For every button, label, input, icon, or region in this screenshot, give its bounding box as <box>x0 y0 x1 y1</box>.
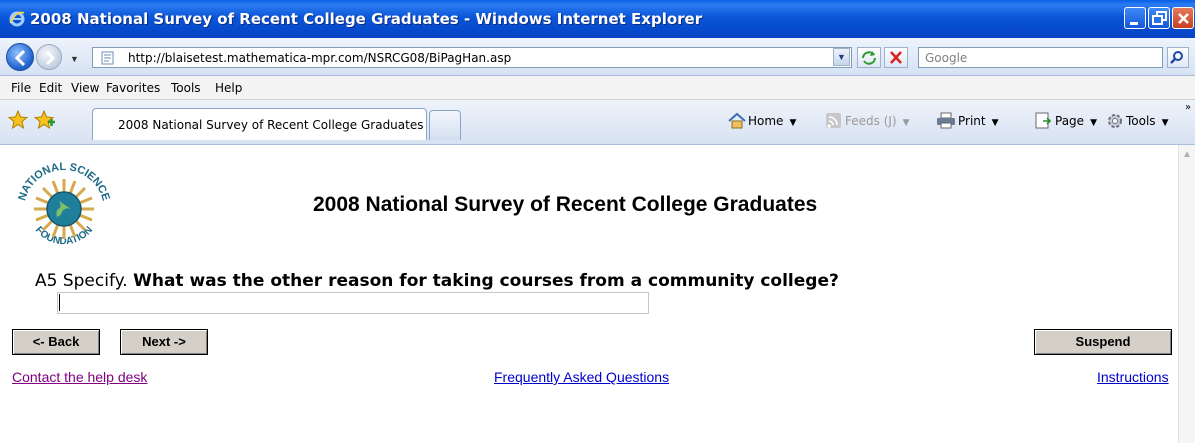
search-placeholder: Google <box>925 51 968 65</box>
next-button[interactable]: Next -> <box>120 329 208 355</box>
feeds-label: Feeds (J) <box>845 114 897 128</box>
page-icon <box>101 51 114 65</box>
window-titlebar: 2008 National Survey of Recent College G… <box>0 0 1195 38</box>
tab-bar: 2008 National Survey of Recent College G… <box>0 100 1195 145</box>
help-desk-link[interactable]: Contact the help desk <box>12 369 147 385</box>
print-button[interactable]: Print ▼ <box>958 114 999 128</box>
menu-favorites[interactable]: Favorites <box>106 81 160 95</box>
forward-nav-button[interactable] <box>36 44 62 70</box>
history-dropdown-icon[interactable]: ▼ <box>70 54 79 64</box>
stop-button[interactable] <box>884 47 908 68</box>
question-text: What was the other reason for taking cou… <box>133 271 839 291</box>
back-button[interactable]: <- Back <box>12 329 100 355</box>
back-nav-button[interactable] <box>6 43 34 71</box>
page-menu-icon <box>1035 112 1052 129</box>
search-field[interactable]: Google <box>918 47 1163 68</box>
menu-edit[interactable]: Edit <box>39 81 62 95</box>
faq-link[interactable]: Frequently Asked Questions <box>494 369 669 385</box>
page-button[interactable]: Page ▼ <box>1055 114 1097 128</box>
address-field[interactable]: http://blaisetest.mathematica-mpr.com/NS… <box>92 47 852 68</box>
feeds-icon <box>826 113 841 128</box>
print-label: Print <box>958 114 986 128</box>
nsf-logo: NATIONAL SCIENCE FOUNDATION <box>16 161 112 247</box>
menu-file[interactable]: File <box>11 81 31 95</box>
magnifier-icon <box>1170 51 1183 64</box>
question-number: A5 Specify. <box>35 271 128 291</box>
restore-button[interactable] <box>1148 7 1170 29</box>
question-prompt: A5 Specify. What was the other reason fo… <box>35 271 839 291</box>
tab-survey-label: 2008 National Survey of Recent College G… <box>118 118 424 132</box>
feeds-button[interactable]: Feeds (J) ▼ <box>845 114 910 128</box>
menu-tools[interactable]: Tools <box>171 81 201 95</box>
internet-explorer-icon <box>9 11 25 27</box>
menu-view[interactable]: View <box>71 81 99 95</box>
close-icon <box>1178 13 1189 24</box>
tools-label: Tools <box>1126 114 1156 128</box>
home-icon <box>728 112 746 129</box>
close-button[interactable] <box>1172 7 1194 29</box>
answer-input[interactable] <box>57 292 649 314</box>
instructions-link[interactable]: Instructions <box>1097 369 1169 385</box>
page-title: 2008 National Survey of Recent College G… <box>313 193 818 216</box>
vertical-scrollbar[interactable]: ▲ <box>1178 145 1195 443</box>
address-url: http://blaisetest.mathematica-mpr.com/NS… <box>128 51 512 65</box>
tools-gear-icon <box>1108 114 1122 128</box>
home-button[interactable]: Home ▼ <box>748 114 796 128</box>
print-icon <box>937 112 955 129</box>
stop-icon <box>890 51 902 64</box>
home-label: Home <box>748 114 784 128</box>
address-toolbar: ▼ http://blaisetest.mathematica-mpr.com/… <box>0 38 1195 76</box>
refresh-icon <box>862 51 876 65</box>
suspend-button[interactable]: Suspend <box>1034 329 1172 355</box>
chevron-more-icon[interactable]: » <box>1185 102 1191 113</box>
address-dropdown-icon[interactable]: ▼ <box>833 48 850 66</box>
new-tab-button[interactable] <box>429 110 461 140</box>
add-favorites-icon[interactable] <box>34 110 56 130</box>
page-label: Page <box>1055 114 1085 128</box>
search-button[interactable] <box>1167 47 1189 68</box>
tools-button[interactable]: Tools ▼ <box>1126 114 1168 128</box>
arrow-right-icon <box>45 50 56 66</box>
scroll-up-icon[interactable]: ▲ <box>1182 149 1192 160</box>
minimize-icon <box>1130 22 1138 25</box>
favorites-star-icon[interactable] <box>8 110 28 130</box>
menu-help[interactable]: Help <box>215 81 242 95</box>
restore-icon <box>1152 11 1167 25</box>
refresh-button[interactable] <box>857 47 881 68</box>
text-caret <box>59 294 60 311</box>
minimize-button[interactable] <box>1124 7 1146 29</box>
page-content: NATIONAL SCIENCE FOUNDATION 2008 Nationa… <box>0 145 1195 443</box>
tab-survey[interactable]: 2008 National Survey of Recent College G… <box>92 108 427 140</box>
menu-bar: File Edit View Favorites Tools Help <box>0 76 1195 100</box>
window-title: 2008 National Survey of Recent College G… <box>30 10 703 28</box>
arrow-left-icon <box>14 49 26 67</box>
